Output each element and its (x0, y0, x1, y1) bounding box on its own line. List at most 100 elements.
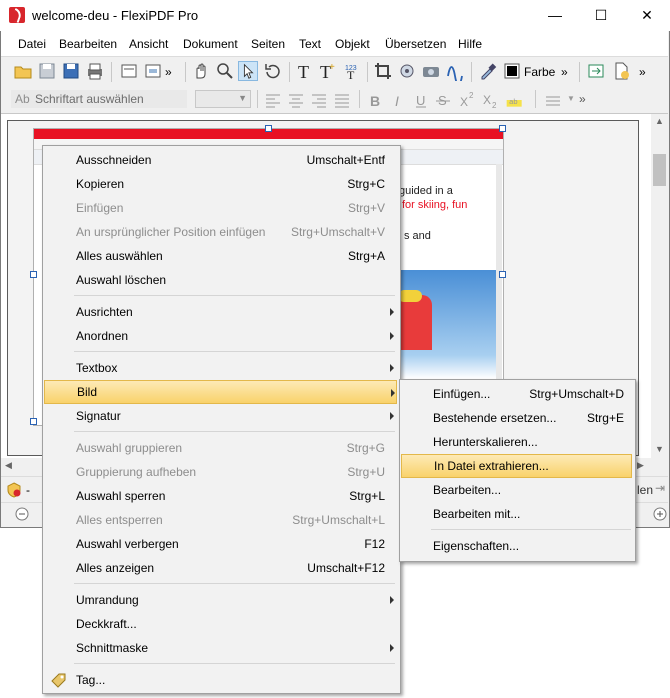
menu-item-bild[interactable]: Bild (44, 380, 397, 404)
italic-icon[interactable]: I (388, 90, 408, 110)
menu-item-schnittmaske[interactable]: Schnittmaske (45, 637, 395, 659)
submenu-item-bestehende-ersetzen[interactable]: Bestehende ersetzen... Strg+E (402, 407, 630, 429)
selection-handle-right[interactable] (499, 271, 506, 278)
scroll-right-icon[interactable]: ▶ (637, 460, 644, 471)
new-document-icon[interactable] (611, 61, 631, 81)
scroll-up-icon[interactable]: ▲ (655, 116, 664, 126)
toolbar-overflow-2[interactable]: » (561, 65, 568, 79)
save-icon[interactable] (37, 61, 57, 81)
submenu-item-einfuegen[interactable]: Einfügen... Strg+Umschalt+D (402, 383, 630, 405)
line-spacing-icon[interactable] (543, 90, 563, 110)
selection-handle-bottom-left[interactable] (30, 418, 37, 425)
title-bar[interactable]: welcome-deu - FlexiPDF Pro — ☐ ✕ (0, 0, 670, 31)
page-number-icon[interactable]: 123T (343, 61, 363, 81)
menu-ansicht[interactable]: Ansicht (129, 37, 168, 51)
menu-item-auswahl-loeschen[interactable]: Auswahl löschen (45, 269, 395, 291)
submenu-item-bearbeiten[interactable]: Bearbeiten... (402, 479, 630, 501)
submenu-item-herunterskalieren[interactable]: Herunterskalieren... (402, 431, 630, 453)
font-selector[interactable]: Ab Schriftart auswählen (11, 90, 187, 108)
highlight-icon[interactable]: ab (505, 90, 525, 110)
close-button[interactable]: ✕ (624, 0, 670, 31)
form-field-icon[interactable] (143, 61, 163, 81)
image-replace-icon[interactable] (397, 61, 417, 81)
menu-item-anordnen[interactable]: Anordnen (45, 325, 395, 347)
menu-bearbeiten[interactable]: Bearbeiten (59, 37, 117, 51)
selection-handle-top[interactable] (265, 125, 272, 132)
menu-dokument[interactable]: Dokument (183, 37, 238, 51)
zoom-in-icon[interactable] (653, 507, 667, 521)
convert-icon[interactable] (586, 61, 606, 81)
color-label[interactable]: Farbe (524, 65, 555, 79)
menu-item-ausschneiden[interactable]: Ausschneiden Umschalt+Entf (45, 149, 395, 171)
selection-handle-top-right[interactable] (499, 125, 506, 132)
selection-handle-left[interactable] (30, 271, 37, 278)
submenu-item-eigenschaften[interactable]: Eigenschaften... (402, 535, 630, 557)
eyedropper-icon[interactable] (478, 61, 498, 81)
menu-item-tag[interactable]: Tag... (45, 669, 395, 691)
menu-item-textbox[interactable]: Textbox (45, 357, 395, 379)
print-icon[interactable] (85, 61, 105, 81)
underline-icon[interactable]: U (411, 90, 431, 110)
scroll-left-icon[interactable]: ◀ (5, 460, 12, 471)
zoom-out-icon[interactable] (15, 507, 29, 521)
subscript-icon[interactable]: X2 (480, 90, 500, 110)
vertical-scroll-thumb[interactable] (653, 154, 666, 186)
open-folder-icon[interactable] (13, 61, 33, 81)
submenu-item-bearbeiten-mit[interactable]: Bearbeiten mit... (402, 503, 630, 525)
chevron-down-icon[interactable]: ▼ (567, 94, 575, 103)
embedded-text-line-2: for skiing, fun (402, 199, 468, 211)
menu-datei[interactable]: Datei (18, 37, 46, 51)
scroll-down-icon[interactable]: ▼ (655, 444, 664, 454)
save-all-icon[interactable] (61, 61, 81, 81)
toolbar-overflow-4[interactable]: » (579, 92, 586, 106)
strikethrough-icon[interactable]: S (434, 90, 454, 110)
menu-hilfe[interactable]: Hilfe (458, 37, 482, 51)
menu-item-signatur[interactable]: Signatur (45, 405, 395, 427)
menu-item-ausrichten[interactable]: Ausrichten (45, 301, 395, 323)
menu-item-auswahl-gruppieren[interactable]: Auswahl gruppieren Strg+G (45, 437, 395, 459)
page-view-icon[interactable] (119, 61, 139, 81)
menu-item-alles-auswaehlen[interactable]: Alles auswählen Strg+A (45, 245, 395, 267)
camera-icon[interactable] (421, 61, 441, 81)
justify-icon[interactable] (332, 90, 352, 110)
align-right-icon[interactable] (309, 90, 329, 110)
menu-item-deckkraft[interactable]: Deckkraft... (45, 613, 395, 635)
maximize-button[interactable]: ☐ (578, 0, 624, 31)
align-left-icon[interactable] (263, 90, 283, 110)
scroll-end-icon[interactable]: ⇥ (655, 481, 665, 495)
menu-seiten[interactable]: Seiten (251, 37, 285, 51)
font-size-dropdown[interactable]: ▼ (195, 90, 251, 108)
zoom-icon[interactable] (215, 61, 235, 81)
add-text-icon[interactable]: T+ (318, 61, 338, 81)
hand-tool-icon[interactable] (191, 61, 211, 81)
menu-item-alles-entsperren[interactable]: Alles entsperren Strg+Umschalt+L (45, 509, 395, 531)
security-warning-icon[interactable] (6, 482, 22, 498)
submenu-item-in-datei-extrahieren[interactable]: In Datei extrahieren... (401, 454, 632, 478)
menu-uebersetzen[interactable]: Übersetzen (385, 37, 446, 51)
toolbar-overflow-1[interactable]: » (165, 65, 172, 79)
align-center-icon[interactable] (286, 90, 306, 110)
menu-item-einfuegen[interactable]: Einfügen Strg+V (45, 197, 395, 219)
vertical-scrollbar[interactable]: ▲ ▼ (651, 114, 668, 458)
menu-item-kopieren[interactable]: Kopieren Strg+C (45, 173, 395, 195)
minimize-button[interactable]: — (532, 0, 578, 31)
svg-text:T: T (347, 68, 355, 81)
path-tool-icon[interactable] (445, 61, 465, 81)
crop-icon[interactable] (373, 61, 393, 81)
menu-item-alles-anzeigen[interactable]: Alles anzeigen Umschalt+F12 (45, 557, 395, 579)
select-arrow-icon[interactable] (238, 61, 258, 81)
menu-item-an-urspruenglicher-position-einfuegen[interactable]: An ursprünglicher Position einfügen Strg+… (45, 221, 395, 243)
bold-icon[interactable]: B (365, 90, 385, 110)
menu-item-umrandung[interactable]: Umrandung (45, 589, 395, 611)
color-swatch-icon[interactable] (503, 61, 523, 81)
text-tool-icon[interactable]: T (295, 61, 315, 81)
toolbar-overflow-3[interactable]: » (639, 65, 646, 79)
menu-bar: Datei Bearbeiten Ansicht Dokument Seiten… (1, 31, 668, 57)
superscript-icon[interactable]: X2 (457, 90, 477, 110)
menu-item-auswahl-verbergen[interactable]: Auswahl verbergen F12 (45, 533, 395, 555)
menu-text[interactable]: Text (299, 37, 321, 51)
menu-item-gruppierung-aufheben[interactable]: Gruppierung aufheben Strg+U (45, 461, 395, 483)
menu-item-auswahl-sperren[interactable]: Auswahl sperren Strg+L (45, 485, 395, 507)
menu-objekt[interactable]: Objekt (335, 37, 370, 51)
rotate-icon[interactable] (263, 61, 283, 81)
